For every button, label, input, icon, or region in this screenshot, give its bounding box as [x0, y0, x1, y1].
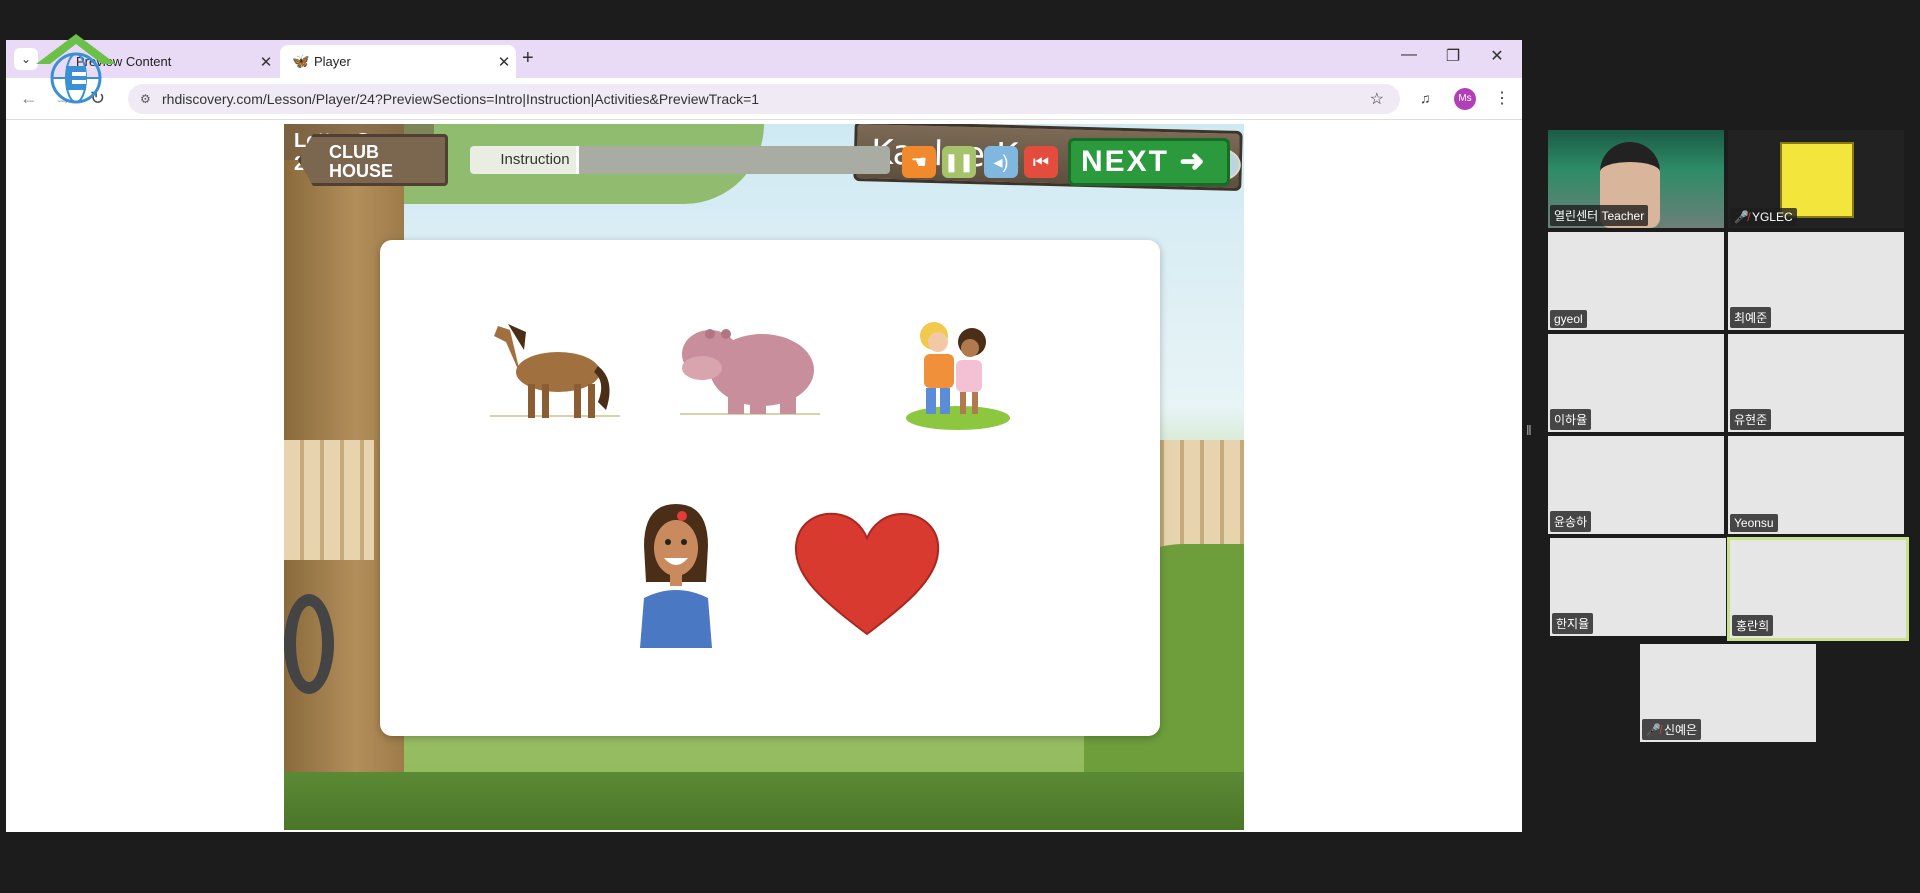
address-bar[interactable]: ⚙ rhdiscovery.com/Lesson/Player/24?Previ… — [128, 84, 1400, 114]
video-tile[interactable]: 최예준 — [1728, 232, 1904, 330]
picture-card — [380, 240, 1160, 736]
video-tile[interactable]: gyeol — [1548, 232, 1724, 330]
participant-name: 한지율 — [1552, 613, 1594, 634]
pause-icon[interactable]: ❚❚ — [942, 146, 976, 178]
center-logo — [36, 34, 116, 104]
site-info-icon[interactable]: ⚙ — [140, 92, 162, 106]
speaker-icon[interactable]: ◂) — [984, 146, 1018, 178]
gallery-resize-handle[interactable]: ‖ — [1526, 422, 1532, 438]
video-tile-active-speaker[interactable]: 홍란희 — [1727, 537, 1909, 641]
tab-search-button[interactable]: ⌄ — [14, 48, 38, 70]
participant-name: 유현준 — [1730, 409, 1772, 430]
media-control-icon[interactable]: ♫ — [1420, 90, 1431, 106]
close-window-button[interactable]: ✕ — [1474, 46, 1520, 66]
video-tile[interactable]: 🎤̸ 신예은 — [1640, 644, 1816, 742]
close-tab-icon[interactable]: ✕ — [254, 53, 278, 71]
participant-name-tag: 🎤̸ 신예은 — [1642, 719, 1702, 740]
browser-window: ⌄ Preview Content ✕ 🦋 Player ✕ + — ❐ ✕ ←… — [6, 40, 1522, 832]
participant-name: 이하율 — [1550, 409, 1592, 430]
butterfly-icon: 🦋 — [292, 53, 310, 69]
participant-avatar — [1780, 142, 1854, 218]
video-tile[interactable]: Yeonsu — [1728, 436, 1904, 534]
rewind-icon[interactable]: ⏮ — [1024, 146, 1058, 178]
muted-mic-icon: 🎤̸ — [1646, 723, 1661, 737]
next-button[interactable]: NEXT ➜ — [1068, 138, 1230, 186]
close-tab-icon[interactable]: ✕ — [492, 53, 516, 71]
progress-label: Instruction — [500, 151, 570, 168]
next-label: NEXT — [1081, 145, 1170, 178]
heart-picture[interactable] — [792, 510, 942, 640]
girl-picture[interactable] — [636, 502, 716, 648]
horse-picture[interactable] — [490, 310, 620, 430]
lesson-progress-bar: Instruction — [470, 146, 890, 174]
participant-name: YGLEC — [1751, 210, 1793, 224]
tire-swing-scenery — [284, 594, 334, 694]
video-tile[interactable]: 열린센터 Teacher — [1548, 130, 1724, 228]
participant-name: 윤송하 — [1550, 511, 1592, 532]
hand-icon[interactable]: ☚ — [902, 146, 936, 178]
tab-strip: ⌄ Preview Content ✕ 🦋 Player ✕ + — ❐ ✕ — [6, 40, 1522, 78]
video-tile[interactable]: 이하율 — [1548, 334, 1724, 432]
bookmark-star-icon[interactable]: ☆ — [1370, 89, 1384, 109]
video-gallery: 열린센터 Teacher 🎤̸ YGLEC gyeol 최예준 이하율 유현준 윤… — [1540, 128, 1920, 748]
clubhouse-button[interactable]: CLUB HOUSE — [298, 134, 448, 186]
video-tile[interactable]: 한지율 — [1550, 538, 1726, 636]
video-tile[interactable]: 윤송하 — [1548, 436, 1724, 534]
participant-name: Yeonsu — [1730, 514, 1778, 532]
participant-name: 열린센터 Teacher — [1550, 205, 1649, 226]
participant-name: 신예은 — [1663, 723, 1698, 737]
video-tile[interactable]: 🎤̸ YGLEC — [1728, 130, 1904, 228]
restore-button[interactable]: ❐ — [1430, 46, 1476, 66]
video-tile[interactable]: 유현준 — [1728, 334, 1904, 432]
profile-avatar[interactable]: Ms — [1454, 88, 1476, 110]
game-player: Letter Group 2 Kaylee K ×0 — [284, 124, 1244, 830]
tab-title: Player — [314, 54, 351, 69]
hippo-picture[interactable] — [680, 316, 820, 426]
game-control-bar — [284, 772, 1244, 830]
participant-name: 최예준 — [1730, 307, 1772, 328]
participant-name: 홍란희 — [1732, 615, 1774, 636]
browser-menu-icon[interactable]: ⋮ — [1494, 88, 1510, 108]
muted-mic-icon: 🎤̸ — [1734, 210, 1749, 224]
browser-toolbar: ← → ↻ ⚙ rhdiscovery.com/Lesson/Player/24… — [6, 78, 1522, 120]
fence-scenery — [284, 440, 374, 560]
minimize-button[interactable]: — — [1386, 46, 1432, 64]
hug-picture[interactable] — [904, 320, 1014, 432]
participant-name: gyeol — [1550, 310, 1587, 328]
url-text: rhdiscovery.com/Lesson/Player/24?Preview… — [162, 91, 760, 107]
tab-player[interactable]: 🦋 Player ✕ — [280, 45, 516, 78]
new-tab-button[interactable]: + — [522, 47, 534, 70]
participant-name-tag: 🎤̸ YGLEC — [1730, 208, 1797, 226]
